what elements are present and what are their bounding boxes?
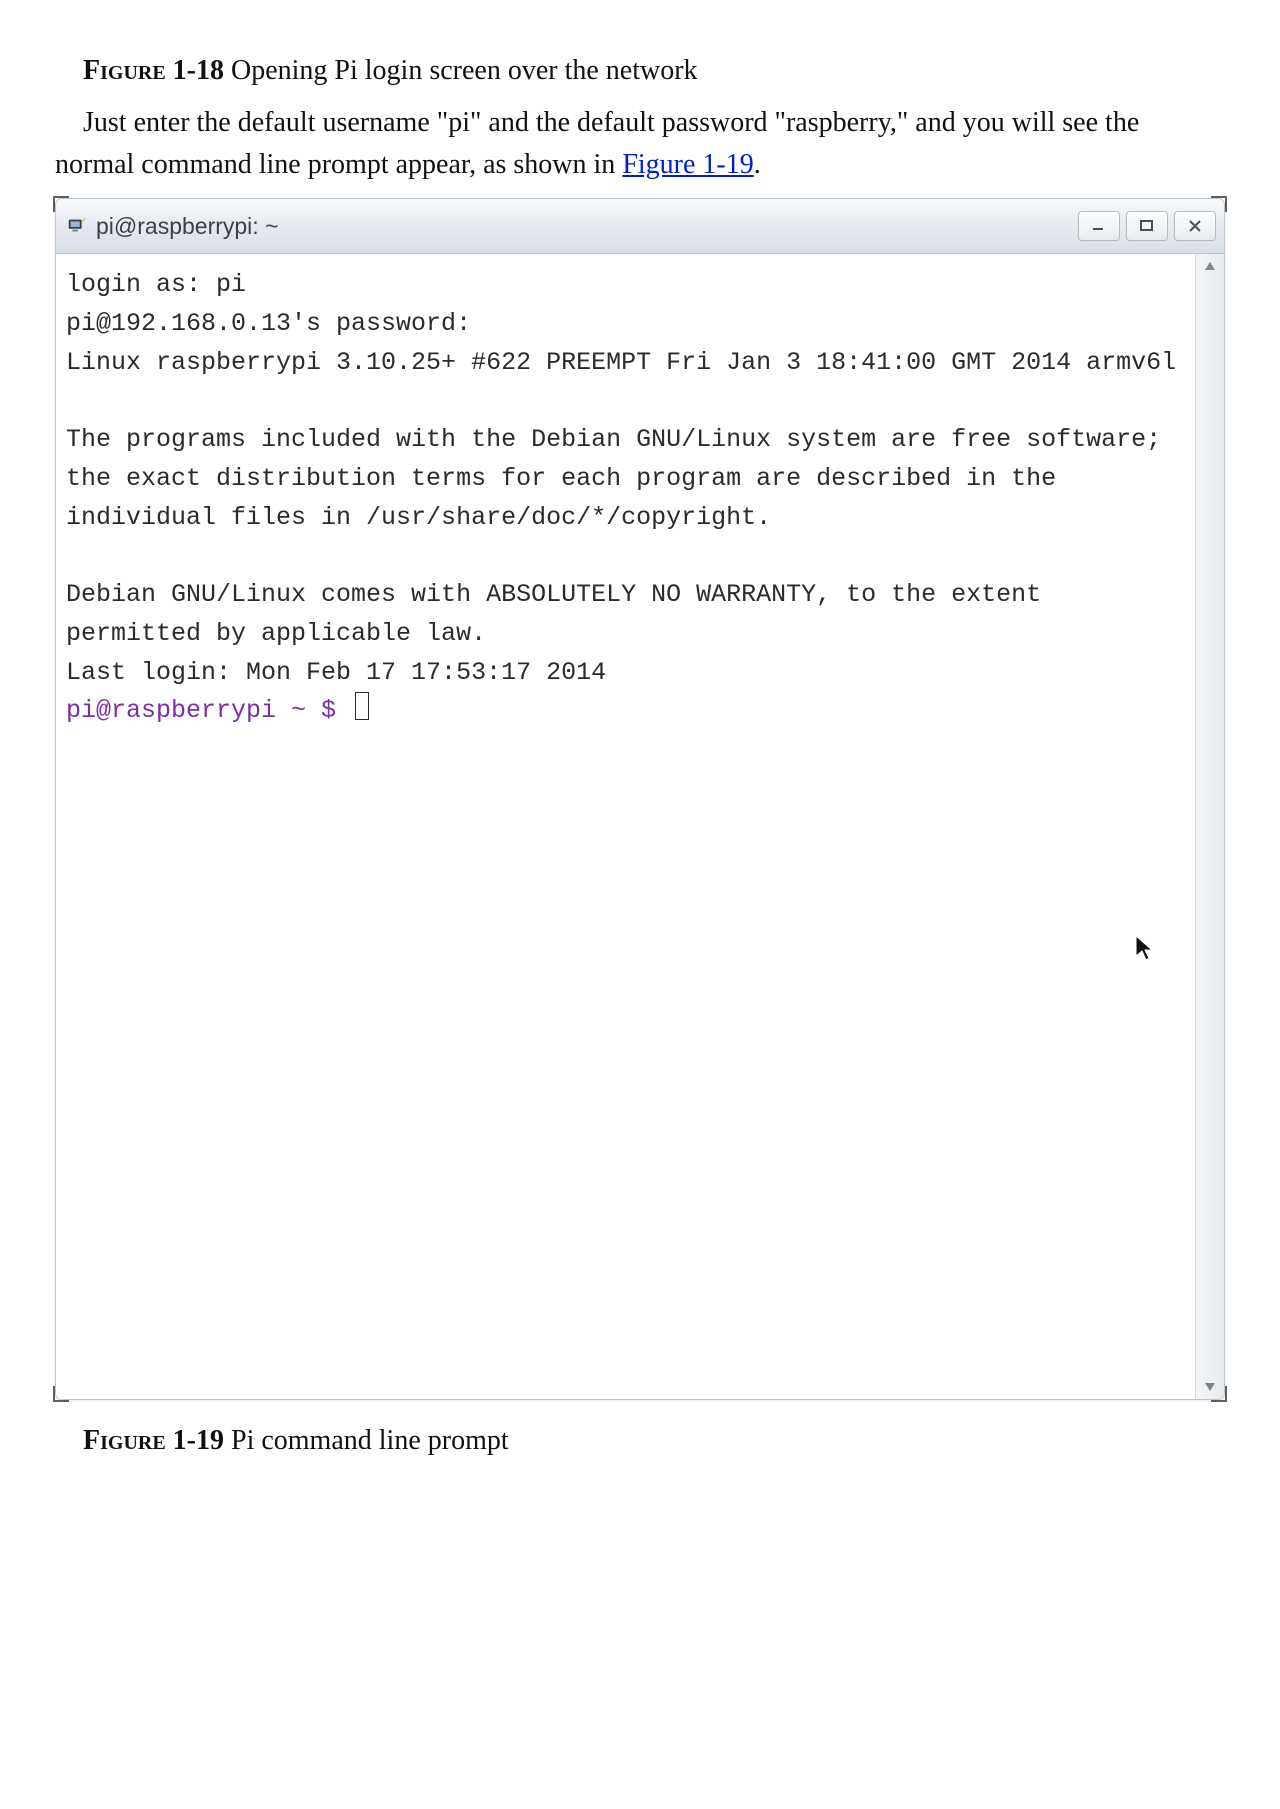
- body-paragraph: Just enter the default username "pi" and…: [55, 102, 1225, 186]
- figure-label: Figure 1-19: [83, 1425, 224, 1456]
- figure-label: Figure 1-18: [83, 55, 224, 86]
- window-title: pi@raspberrypi: ~: [96, 213, 279, 240]
- figure-caption-text: Opening Pi login screen over the network: [224, 55, 698, 86]
- figure-caption-1-19: Figure 1-19 Pi command line prompt: [55, 1420, 1225, 1462]
- putty-window: pi@raspberrypi: ~ login as: pi pi@192.16…: [55, 198, 1225, 1400]
- terminal-body: login as: pi pi@192.168.0.13's password:…: [56, 254, 1224, 1399]
- window-controls: [1078, 211, 1216, 241]
- window-titlebar: pi@raspberrypi: ~: [56, 199, 1224, 254]
- paragraph-tail: .: [754, 149, 761, 180]
- scrollbar[interactable]: [1195, 254, 1224, 1399]
- putty-icon: [66, 215, 88, 237]
- paragraph-lead: Just enter the default username "pi" and…: [55, 107, 1139, 180]
- scroll-down-icon[interactable]: [1202, 1379, 1218, 1395]
- screenshot-frame: pi@raspberrypi: ~ login as: pi pi@192.16…: [55, 198, 1225, 1400]
- figure-1-19-link[interactable]: Figure 1-19: [622, 149, 753, 180]
- figure-caption-1-18: Figure 1-18 Opening Pi login screen over…: [55, 50, 1225, 92]
- close-button[interactable]: [1174, 211, 1216, 241]
- mouse-cursor-icon: [1134, 934, 1154, 962]
- scroll-up-icon[interactable]: [1202, 258, 1218, 274]
- maximize-button[interactable]: [1126, 211, 1168, 241]
- figure-caption-text: Pi command line prompt: [224, 1425, 509, 1456]
- terminal-text[interactable]: login as: pi pi@192.168.0.13's password:…: [56, 254, 1195, 1399]
- minimize-button[interactable]: [1078, 211, 1120, 241]
